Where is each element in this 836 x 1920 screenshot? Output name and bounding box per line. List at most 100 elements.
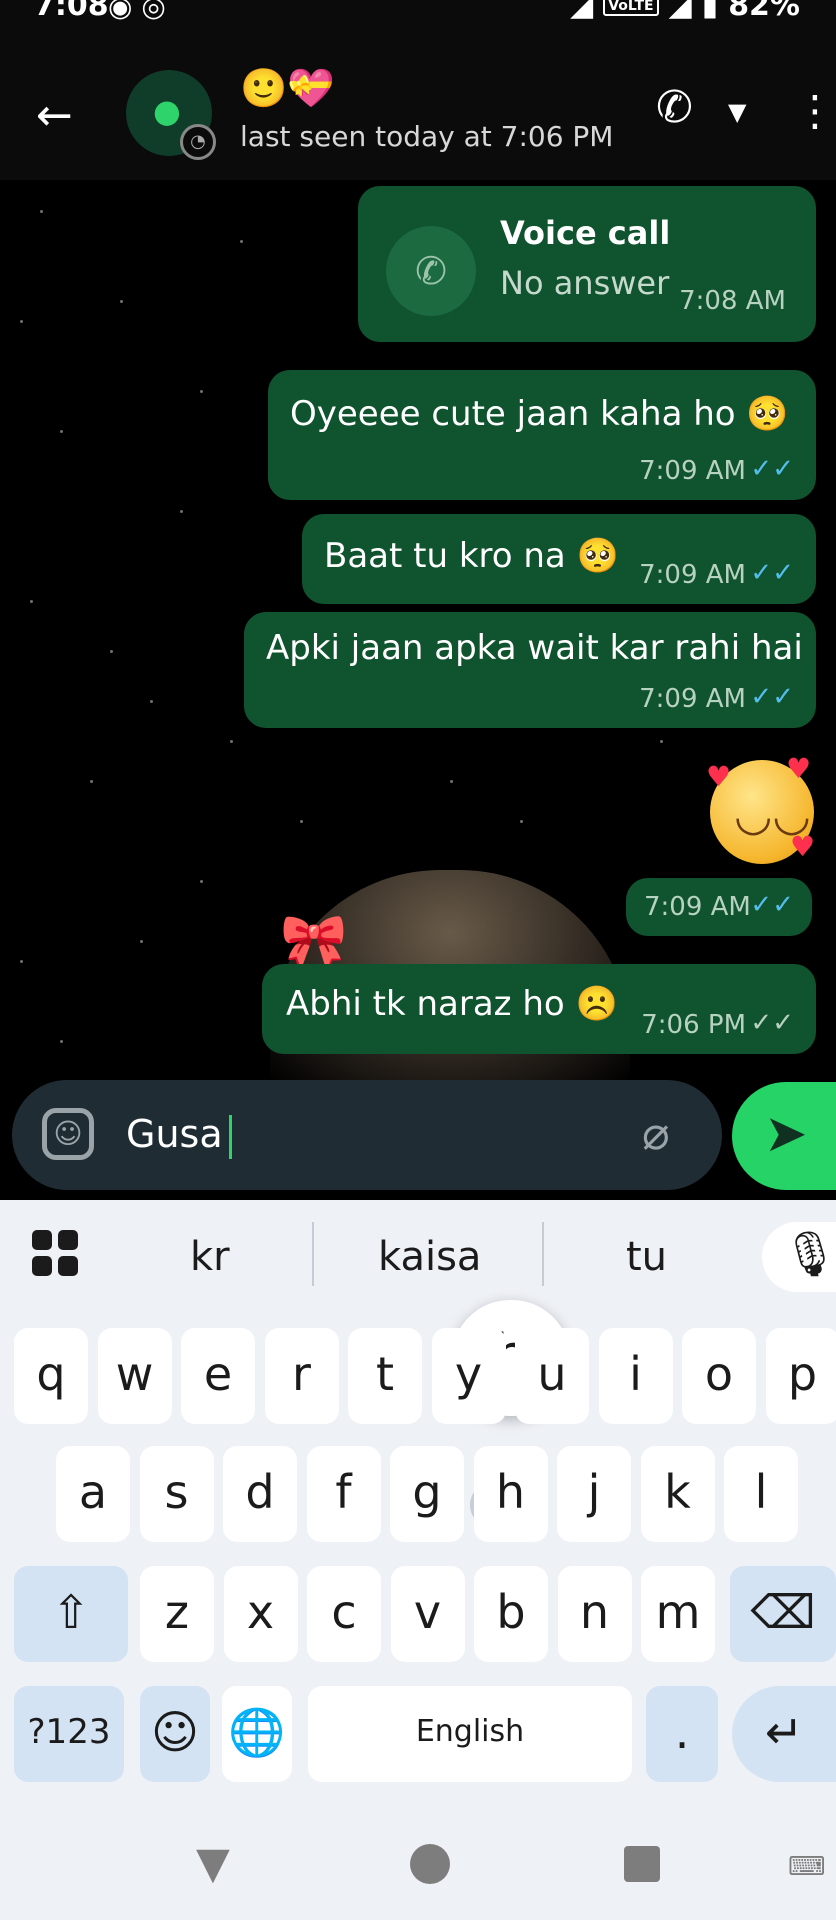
key-d[interactable]: d xyxy=(223,1446,297,1542)
star xyxy=(660,740,663,743)
suggestion-1[interactable]: kr xyxy=(190,1234,230,1280)
key-v[interactable]: v xyxy=(390,1566,465,1662)
key-h[interactable]: h xyxy=(473,1446,548,1542)
key-u[interactable]: u xyxy=(515,1328,589,1424)
shift-key[interactable]: ⇧ xyxy=(14,1566,128,1662)
nav-back-icon[interactable]: ▼ xyxy=(196,1838,230,1889)
star xyxy=(150,700,153,703)
phone-icon[interactable]: ✆ xyxy=(656,82,693,133)
read-ticks-icon: ✓✓ xyxy=(750,454,794,484)
key-w[interactable]: w xyxy=(97,1328,172,1424)
message-time: 7:08 AM xyxy=(679,286,786,316)
voice-call-bubble[interactable]: ✆ Voice call No answer 7:08 AM xyxy=(358,186,816,342)
chat-area[interactable]: 🎀 ✆ Voice call No answer 7:08 AM Oyeeee … xyxy=(0,180,836,1080)
disappearing-timer-icon: ◔ xyxy=(180,124,216,160)
key-n[interactable]: n xyxy=(557,1566,632,1662)
key-x[interactable]: x xyxy=(223,1566,298,1662)
paperclip-icon[interactable]: ⌀ xyxy=(642,1106,670,1160)
star xyxy=(60,1040,63,1043)
suggestion-2[interactable]: kaisa xyxy=(378,1234,481,1280)
key-y[interactable]: y xyxy=(431,1328,506,1424)
contact-name[interactable]: 🙂💝 xyxy=(240,66,335,111)
star xyxy=(300,820,303,823)
emoji-key[interactable]: ☺ xyxy=(140,1686,210,1782)
suggestion-3[interactable]: tu xyxy=(626,1234,667,1280)
period-key[interactable]: . xyxy=(646,1686,718,1782)
star xyxy=(450,780,453,783)
text-caret xyxy=(228,1114,232,1159)
message-time: 7:09 AM xyxy=(639,684,746,714)
key-j[interactable]: j xyxy=(557,1446,631,1542)
message-input[interactable]: Gusa xyxy=(126,1112,232,1159)
delivered-ticks-icon: ✓✓ xyxy=(750,1008,794,1038)
mic-button[interactable]: 🎙 xyxy=(762,1222,836,1292)
sticker-icon[interactable]: ☺ xyxy=(42,1108,94,1160)
message-text: Apki jaan apka wait kar rahi hai xyxy=(266,628,803,668)
star xyxy=(120,300,123,303)
call-title: Voice call xyxy=(500,214,671,252)
key-p[interactable]: p xyxy=(765,1328,836,1424)
star xyxy=(140,940,143,943)
space-key[interactable]: English xyxy=(308,1686,632,1782)
key-k[interactable]: k xyxy=(640,1446,715,1542)
key-m[interactable]: m xyxy=(641,1566,715,1662)
key-t[interactable]: t xyxy=(348,1328,422,1424)
suggestion-strip: kr kaisa tu 🎙 xyxy=(0,1200,836,1310)
key-z[interactable]: z xyxy=(140,1566,214,1662)
message-time: 7:09 AM xyxy=(639,456,746,486)
message-bubble[interactable]: Oyeeee cute jaan kaha ho 🥺 7:09 AM ✓✓ xyxy=(268,370,816,500)
nav-home-icon[interactable] xyxy=(410,1844,450,1884)
enter-key[interactable]: ↵ xyxy=(732,1686,836,1782)
key-b[interactable]: b xyxy=(474,1566,548,1662)
star xyxy=(90,780,93,783)
key-l[interactable]: l xyxy=(724,1446,798,1542)
key-o[interactable]: o xyxy=(682,1328,756,1424)
message-bubble[interactable]: Apki jaan apka wait kar rahi hai 7:09 AM… xyxy=(244,612,816,728)
wifi-icon: ◢ xyxy=(570,0,594,23)
star xyxy=(40,210,43,213)
keyboard-switch-icon[interactable]: ⌨ xyxy=(788,1852,826,1882)
nav-recents-icon[interactable] xyxy=(624,1846,660,1882)
message-time: 7:09 AM xyxy=(639,560,746,590)
read-ticks-icon: ✓✓ xyxy=(750,558,794,588)
suggestion-divider xyxy=(542,1222,544,1286)
volte-badge: VoLTE xyxy=(603,0,659,16)
star xyxy=(20,320,23,323)
read-ticks-icon: ✓✓ xyxy=(750,682,794,712)
key-f[interactable]: f xyxy=(306,1446,381,1542)
mic-icon: 🎙 xyxy=(782,1229,836,1280)
last-seen: last seen today at 7:06 PM xyxy=(240,120,614,153)
chevron-down-icon[interactable]: ▼ xyxy=(728,98,746,126)
person-icon: ● xyxy=(153,92,181,130)
heart-icon: ♥ xyxy=(706,760,732,793)
key-g[interactable]: g xyxy=(390,1446,464,1542)
avatar[interactable]: ● ◔ xyxy=(126,70,216,160)
heart-icon: ♥ xyxy=(790,830,816,863)
message-composer[interactable]: ☺ Gusa ⌀ xyxy=(12,1080,722,1190)
star xyxy=(110,650,113,653)
message-bubble[interactable]: Abhi tk naraz ho ☹️ 7:06 PM ✓✓ xyxy=(262,964,816,1054)
star xyxy=(200,390,203,393)
key-i[interactable]: i xyxy=(598,1328,673,1424)
globe-icon[interactable]: 🌐 xyxy=(222,1686,292,1782)
arrow-left-icon[interactable]: ← xyxy=(36,90,73,141)
backspace-key[interactable]: ⌫ xyxy=(730,1566,836,1662)
key-e[interactable]: e xyxy=(181,1328,255,1424)
key-r[interactable]: r xyxy=(264,1328,339,1424)
send-button[interactable]: ➤ xyxy=(732,1082,836,1190)
star xyxy=(20,960,23,963)
key-s[interactable]: s xyxy=(139,1446,214,1542)
status-notification-icons: ◉ ◎ xyxy=(108,0,166,23)
message-bubble[interactable]: Baat tu kro na 🥺 7:09 AM ✓✓ xyxy=(302,514,816,604)
suggestion-divider xyxy=(312,1222,314,1286)
more-vert-icon[interactable]: ⋮ xyxy=(794,86,836,135)
apps-grid-icon[interactable] xyxy=(32,1230,80,1278)
key-c[interactable]: c xyxy=(307,1566,381,1662)
star xyxy=(180,510,183,513)
symbols-key[interactable]: ?123 xyxy=(14,1686,124,1782)
key-q[interactable]: q xyxy=(14,1328,88,1424)
key-a[interactable]: a xyxy=(56,1446,130,1542)
star xyxy=(200,880,203,883)
send-icon: ➤ xyxy=(764,1104,808,1164)
star xyxy=(60,430,63,433)
